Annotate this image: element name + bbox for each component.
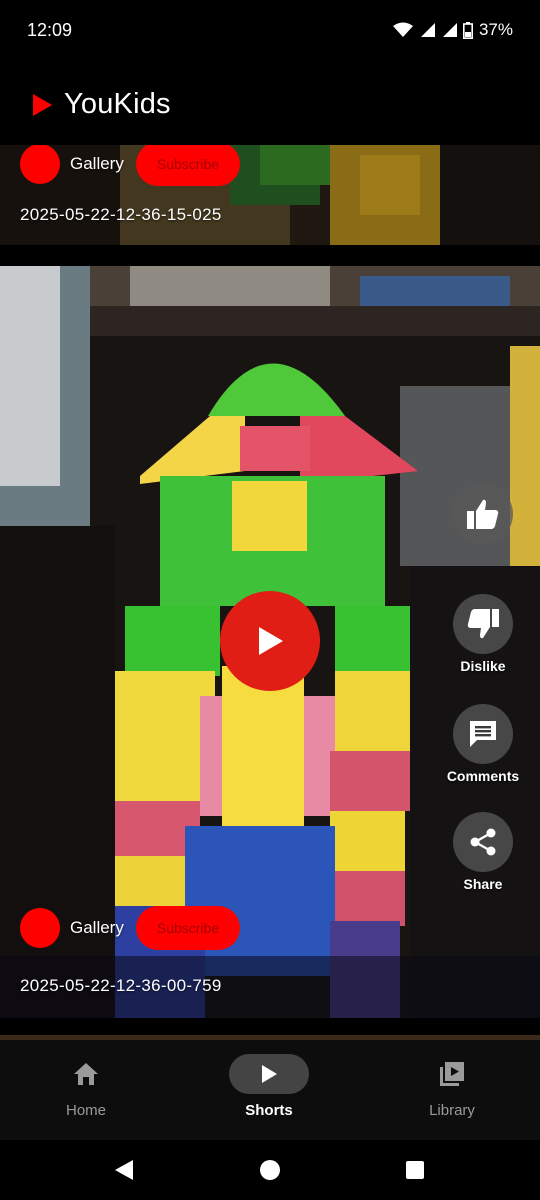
video-card[interactable]: Gallery Subscribe 2025-05-22-12-36-15-02… [0,145,540,245]
signal-icon [420,23,435,37]
wifi-icon [392,22,413,37]
status-time: 12:09 [27,20,73,40]
system-nav-bar [0,1140,540,1200]
video-title: 2025-05-22-12-36-00-759 [20,976,222,995]
status-bar: 12:09 37% [0,0,540,64]
nav-library-label: Library [429,1102,475,1119]
nav-shorts-label: Shorts [245,1102,293,1119]
logo-play-icon [33,94,52,116]
comments-label: Comments [446,768,520,784]
channel-avatar[interactable] [20,145,60,184]
nav-shorts[interactable]: Shorts [209,1054,329,1119]
nav-library[interactable]: Library [392,1054,512,1119]
comment-icon [470,721,496,747]
library-icon [440,1062,464,1086]
thumbs-down-icon [467,609,499,639]
channel-row: Gallery Subscribe [20,906,241,950]
play-icon [259,627,283,655]
home-icon [74,1063,98,1085]
subscribe-button[interactable]: Subscribe [135,145,241,186]
nav-home[interactable]: Home [26,1054,146,1119]
channel-avatar[interactable] [20,908,60,948]
share-button[interactable]: Share [453,812,513,892]
signal-icon-2 [442,23,457,37]
recents-icon[interactable] [405,1160,425,1180]
channel-row: Gallery Subscribe [20,145,241,186]
dislike-label: Dislike [460,658,506,674]
nav-home-label: Home [65,1102,106,1119]
comments-button[interactable]: Comments [447,704,519,784]
subscribe-button[interactable]: Subscribe [135,906,241,950]
play-button[interactable] [220,591,320,691]
share-icon [470,828,496,856]
app-title: YouKids [64,88,171,120]
share-label: Share [463,876,503,892]
video-title: 2025-05-22-12-36-15-025 [20,205,222,224]
dislike-button[interactable]: Dislike [453,594,513,674]
home-nav-icon[interactable] [259,1159,281,1181]
thumbs-up-icon [467,499,499,529]
status-icons: 37% [392,20,513,40]
battery-percent: 37% [478,20,513,39]
channel-name[interactable]: Gallery [70,918,124,938]
back-icon[interactable] [114,1160,134,1180]
battery-icon [462,21,473,39]
bottom-nav: Home Shorts Library [0,1040,540,1140]
like-button[interactable] [453,484,513,544]
video-card[interactable]: Dislike Comments Share Gallery Subscribe… [0,266,540,1018]
channel-name[interactable]: Gallery [70,154,124,174]
play-icon [262,1065,277,1083]
